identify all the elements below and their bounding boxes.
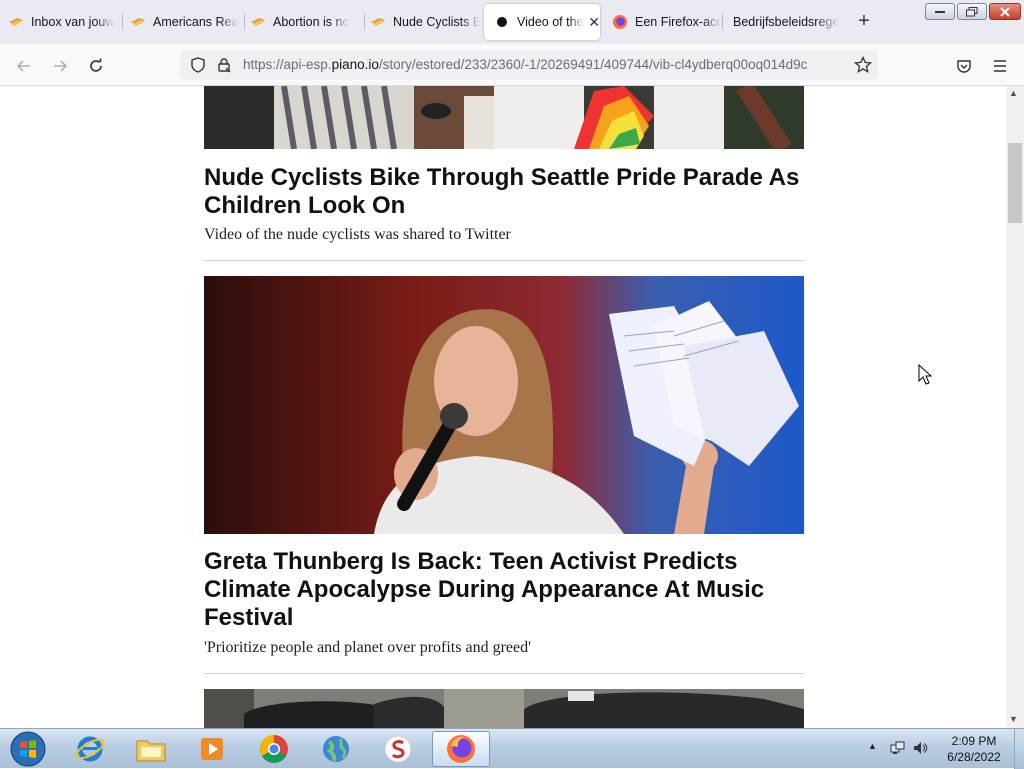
scroll-down-icon[interactable]: ▼ [1009,714,1018,724]
tray-expand-icon[interactable]: ▲ [868,741,877,751]
windows-start-icon [10,731,46,767]
tab-title: Bedrijfsbeleidsrege [733,15,840,29]
media-player-icon [201,738,223,760]
news-icon [370,14,386,30]
article-subhead: 'Prioritize people and planet over profi… [204,639,531,656]
app-menu-button[interactable] [986,52,1014,80]
minimize-button[interactable] [925,3,955,20]
tab-strip: Inbox van jouw Americans Rea Abortion is… [0,0,1024,44]
close-window-button[interactable] [989,3,1021,20]
folder-icon [136,740,166,762]
system-tray: ▲ [866,739,930,759]
tab-video-active[interactable]: Video of the n ✕ [484,4,600,40]
pocket-button[interactable] [950,52,978,80]
pocket-icon [957,60,971,73]
taskbar-chrome[interactable] [248,731,300,767]
firefox-icon [447,735,475,763]
internet-explorer-icon [75,736,105,762]
media-dot-icon [494,14,510,30]
firefox-icon [612,14,628,30]
news-icon [130,14,146,30]
clock-date: 6/28/2022 [947,750,1001,764]
taskbar-media-player[interactable] [186,731,238,767]
taskbar-s-app[interactable] [372,731,424,767]
mouse-cursor-icon [918,364,932,385]
tab-title: Video of the n [517,15,584,29]
page-content: Nude Cyclists Bike Through Seattle Pride… [0,86,1006,728]
arrow-right-icon [54,60,68,72]
tracking-shield-icon[interactable] [190,57,206,78]
url-text[interactable]: https://api-esp.piano.io/story/estored/2… [243,50,833,80]
tab-title: Nude Cyclists B [393,15,480,29]
arrow-left-icon [16,60,30,72]
volume-icon[interactable] [912,740,928,761]
tab-title: Inbox van jouw [31,15,115,29]
navigation-toolbar: https://api-esp.piano.io/story/estored/2… [0,44,1024,86]
reload-icon [90,58,102,72]
tab-abortion[interactable]: Abortion is no [250,4,360,40]
globe-icon [323,736,349,762]
new-tab-button[interactable]: + [852,10,876,34]
article-subhead: Video of the nude cyclists was shared to… [204,226,511,243]
network-icon[interactable] [890,740,906,761]
taskbar-file-explorer[interactable] [125,731,177,767]
article-image-third[interactable] [204,689,804,728]
hamburger-menu-icon [994,60,1006,72]
restore-button[interactable] [957,3,987,20]
show-desktop-button[interactable] [1014,729,1024,769]
taskbar-globe-app[interactable] [310,731,362,767]
forward-button[interactable] [46,52,74,80]
scroll-up-icon[interactable]: ▲ [1009,88,1018,98]
chrome-icon [260,735,288,763]
mail-icon [8,14,24,30]
tab-inbox[interactable]: Inbox van jouw [8,4,118,40]
tab-close-icon[interactable]: ✕ [588,14,600,31]
news-icon [250,14,266,30]
taskbar-firefox[interactable] [432,731,490,767]
bookmark-star-icon[interactable] [853,55,873,79]
tab-nude-cyclists[interactable]: Nude Cyclists B [370,4,480,40]
article-image-greta-thunberg[interactable] [204,276,804,534]
tab-title: Abortion is no [273,15,350,29]
lock-icon[interactable] [216,57,232,78]
taskbar-clock[interactable]: 2:09 PM 6/28/2022 [934,733,1014,765]
tab-firefox-account[interactable]: Een Firefox-acc [612,4,722,40]
article-image-pride-parade[interactable] [204,86,804,149]
taskbar-internet-explorer[interactable] [64,731,116,767]
reload-button[interactable] [82,52,110,80]
tab-americans[interactable]: Americans Rea [130,4,240,40]
tab-title: Een Firefox-acc [635,15,722,29]
article-divider [204,260,804,261]
back-button[interactable] [10,52,38,80]
tab-bedrijfsbeleid[interactable]: Bedrijfsbeleidsrege [733,4,843,40]
scrollbar-thumb[interactable] [1008,143,1022,223]
url-bar[interactable]: https://api-esp.piano.io/story/estored/2… [180,50,878,80]
tab-title: Americans Rea [153,15,239,29]
clock-time: 2:09 PM [951,734,997,748]
article-headline[interactable]: Nude Cyclists Bike Through Seattle Pride… [204,164,804,220]
windows-taskbar: ▲ 2:09 PM 6/28/2022 [0,728,1024,769]
article-headline[interactable]: Greta Thunberg Is Back: Teen Activist Pr… [204,548,804,632]
start-button[interactable] [2,731,54,767]
s-app-icon [384,735,412,763]
article-divider [204,673,804,674]
